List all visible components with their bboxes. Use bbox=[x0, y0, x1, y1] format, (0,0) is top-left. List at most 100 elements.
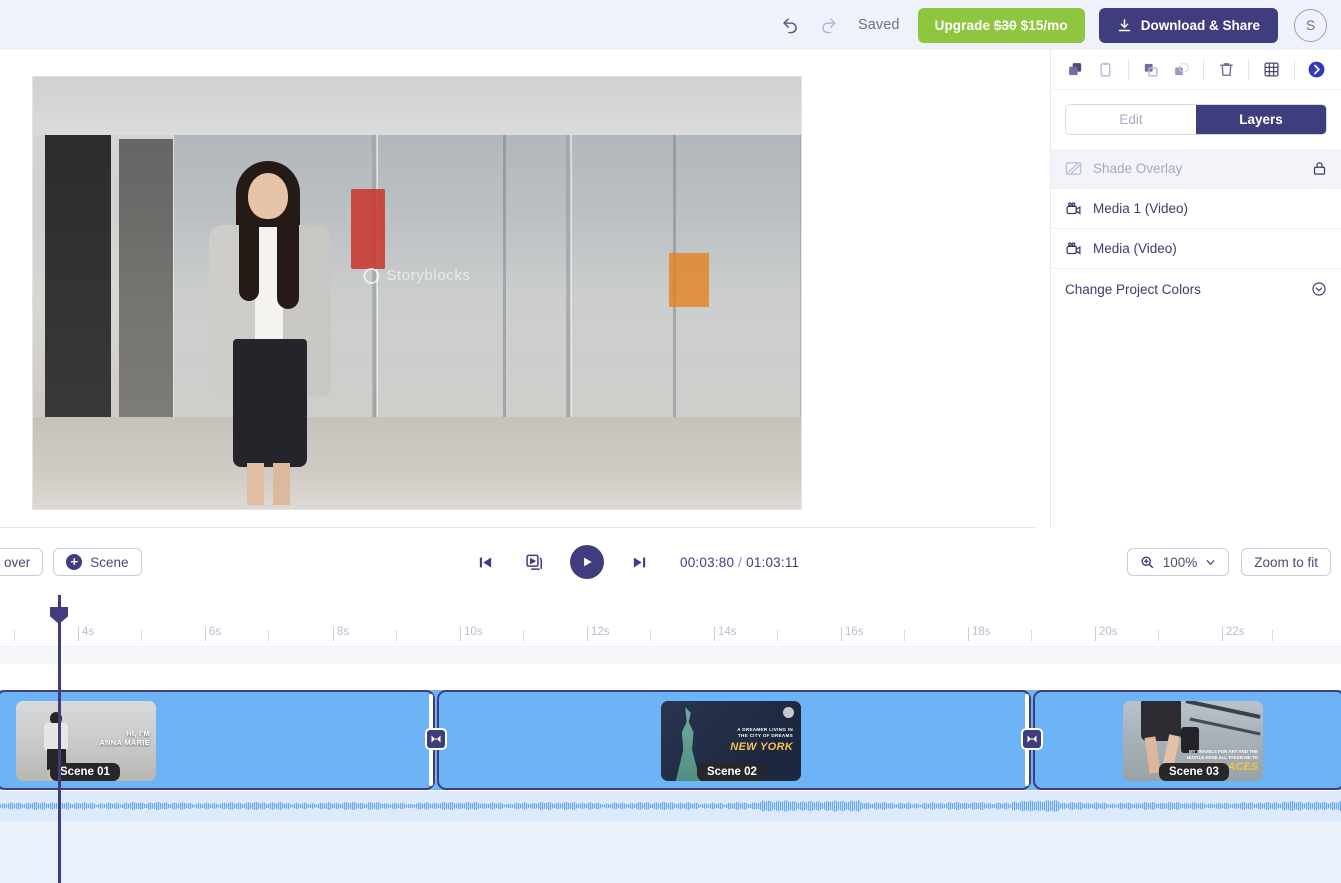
duplicate-scene-icon[interactable] bbox=[520, 547, 550, 577]
zoom-level-dropdown[interactable]: 100% bbox=[1126, 548, 1230, 576]
ruler-tick bbox=[523, 630, 524, 641]
skip-to-end-icon[interactable] bbox=[624, 547, 654, 577]
shade-overlay-icon bbox=[1065, 160, 1082, 177]
thumb-caption-large: NEW YORK bbox=[730, 741, 793, 753]
panel-tabs: Edit Layers bbox=[1065, 104, 1327, 135]
undo-icon[interactable] bbox=[776, 10, 806, 40]
person-leg bbox=[247, 463, 264, 505]
thumb-person-body bbox=[44, 723, 68, 751]
ruler-tick-major bbox=[1222, 627, 1223, 641]
timeline-clip-scene-01[interactable]: HI, I'M ANNA MARIE Scene 01 bbox=[0, 690, 435, 790]
ruler-tick-major bbox=[714, 627, 715, 641]
mullion bbox=[373, 135, 376, 451]
thumb-caption-small: MY TRAVELS FOR ART AND THE HUSTLE HAVE A… bbox=[1186, 749, 1258, 760]
ruler-label: 10s bbox=[464, 626, 483, 638]
change-project-colors-row[interactable]: Change Project Colors bbox=[1051, 269, 1341, 309]
ruler-tick bbox=[904, 630, 905, 641]
layer-row-shade-overlay[interactable]: Shade Overlay bbox=[1051, 149, 1341, 189]
download-share-button[interactable]: Download & Share bbox=[1098, 7, 1278, 43]
send-backward-icon[interactable] bbox=[1167, 55, 1195, 85]
chevron-down-circle-icon[interactable] bbox=[1311, 281, 1327, 297]
voiceover-label: over bbox=[4, 554, 31, 570]
add-scene-button[interactable]: + Scene bbox=[53, 548, 142, 576]
transition-marker[interactable] bbox=[425, 728, 447, 750]
audio-waveform-track[interactable] bbox=[0, 791, 1341, 821]
time-separator: / bbox=[738, 554, 743, 570]
ruler-tick-major bbox=[841, 627, 842, 641]
timeline: 4s 6s 8s 10s 12s 14s 16s 18s 20s 22s HI,… bbox=[0, 595, 1341, 883]
plus-icon: + bbox=[66, 554, 83, 570]
upgrade-button[interactable]: Upgrade $30 $15/mo bbox=[917, 7, 1085, 43]
ruler-label: 16s bbox=[845, 626, 864, 638]
ruler-label: 4s bbox=[82, 626, 95, 638]
timeline-ruler[interactable]: 4s 6s 8s 10s 12s 14s 16s 18s 20s 22s bbox=[0, 622, 1341, 647]
change-project-colors-label: Change Project Colors bbox=[1065, 281, 1201, 297]
right-panel: Edit Layers Shade Overlay Media 1 (Video… bbox=[1050, 50, 1341, 528]
upgrade-new-price: $15/mo bbox=[1016, 17, 1068, 33]
redo-icon[interactable] bbox=[814, 10, 844, 40]
layer-row-media[interactable]: Media (Video) bbox=[1051, 229, 1341, 269]
ruler-tick bbox=[1272, 630, 1273, 641]
person-hair-strand bbox=[239, 217, 259, 301]
transport-bar: over + Scene 00:03:80/01:03:11 100% Zoom… bbox=[0, 529, 1341, 595]
collapse-panel-icon[interactable] bbox=[1303, 55, 1331, 85]
thumb-person-leg bbox=[1144, 736, 1161, 774]
paste-icon[interactable] bbox=[1091, 55, 1119, 85]
undo-redo-group bbox=[776, 10, 844, 40]
watermark: Storyblocks bbox=[363, 267, 470, 284]
ruler-label: 22s bbox=[1226, 626, 1245, 638]
transition-marker[interactable] bbox=[1021, 728, 1043, 750]
video-camera-icon bbox=[1065, 240, 1082, 257]
copy-icon[interactable] bbox=[1061, 55, 1089, 85]
toolbar-separator bbox=[1293, 59, 1295, 80]
zoom-level-label: 100% bbox=[1162, 554, 1198, 570]
person-hair-strand bbox=[277, 217, 299, 309]
layer-label: Shade Overlay bbox=[1093, 161, 1183, 176]
ruler-tick bbox=[396, 630, 397, 641]
time-display: 00:03:80/01:03:11 bbox=[680, 555, 799, 570]
grid-icon[interactable] bbox=[1257, 55, 1285, 85]
scene-badge: Scene 03 bbox=[1159, 763, 1229, 781]
thumb-railing bbox=[1189, 717, 1261, 736]
skip-to-start-icon[interactable] bbox=[470, 547, 500, 577]
watermark-logo-icon bbox=[363, 267, 380, 284]
orange-sign bbox=[669, 253, 709, 307]
mullion bbox=[503, 135, 506, 451]
upgrade-prefix: Upgrade bbox=[934, 17, 994, 33]
tab-edit[interactable]: Edit bbox=[1066, 105, 1196, 134]
play-button[interactable] bbox=[570, 545, 604, 579]
person-head bbox=[248, 173, 288, 219]
tab-layers[interactable]: Layers bbox=[1196, 105, 1326, 134]
transport-left-group: over + Scene bbox=[0, 548, 142, 576]
timeline-track-spacer bbox=[0, 647, 1341, 664]
timeline-clip-scene-02[interactable]: A DREAMER LIVING IN THE CITY OF DREAMS N… bbox=[437, 690, 1031, 790]
total-time: 01:03:11 bbox=[746, 554, 800, 570]
avatar[interactable]: S bbox=[1294, 8, 1327, 42]
delete-icon[interactable] bbox=[1212, 55, 1240, 85]
playback-controls: 00:03:80/01:03:11 bbox=[470, 545, 799, 579]
ruler-tick bbox=[1031, 630, 1032, 641]
lock-icon[interactable] bbox=[1312, 161, 1327, 176]
timeline-clip-scene-03[interactable]: MY TRAVELS FOR ART AND THE HUSTLE HAVE A… bbox=[1033, 690, 1341, 790]
ruler-label: 6s bbox=[209, 626, 222, 638]
ruler-label: 20s bbox=[1099, 626, 1118, 638]
top-bar: Saved Upgrade $30 $15/mo Download & Shar… bbox=[0, 0, 1341, 50]
bring-forward-icon[interactable] bbox=[1137, 55, 1165, 85]
ruler-tick-major bbox=[1095, 627, 1096, 641]
voiceover-button[interactable]: over bbox=[0, 548, 44, 576]
video-canvas[interactable]: Storyblocks bbox=[33, 77, 801, 509]
red-sign bbox=[351, 189, 385, 269]
playhead-line[interactable] bbox=[58, 595, 61, 883]
zoom-to-fit-button[interactable]: Zoom to fit bbox=[1241, 548, 1331, 576]
mullion bbox=[567, 135, 570, 451]
toolbar-separator bbox=[1127, 59, 1129, 80]
layer-row-media-1[interactable]: Media 1 (Video) bbox=[1051, 189, 1341, 229]
watermark-label: Storyblocks bbox=[386, 267, 471, 284]
person-skirt bbox=[233, 339, 307, 467]
thumb-caption: HI, I'M ANNA MARIE bbox=[99, 729, 150, 747]
ruler-tick bbox=[1158, 630, 1159, 641]
thumb-caption-small: A DREAMER LIVING IN THE CITY OF DREAMS bbox=[737, 727, 793, 738]
video-editor-app: Saved Upgrade $30 $15/mo Download & Shar… bbox=[0, 0, 1341, 883]
transition-icon bbox=[430, 733, 442, 745]
upgrade-old-price: $30 bbox=[993, 17, 1017, 33]
